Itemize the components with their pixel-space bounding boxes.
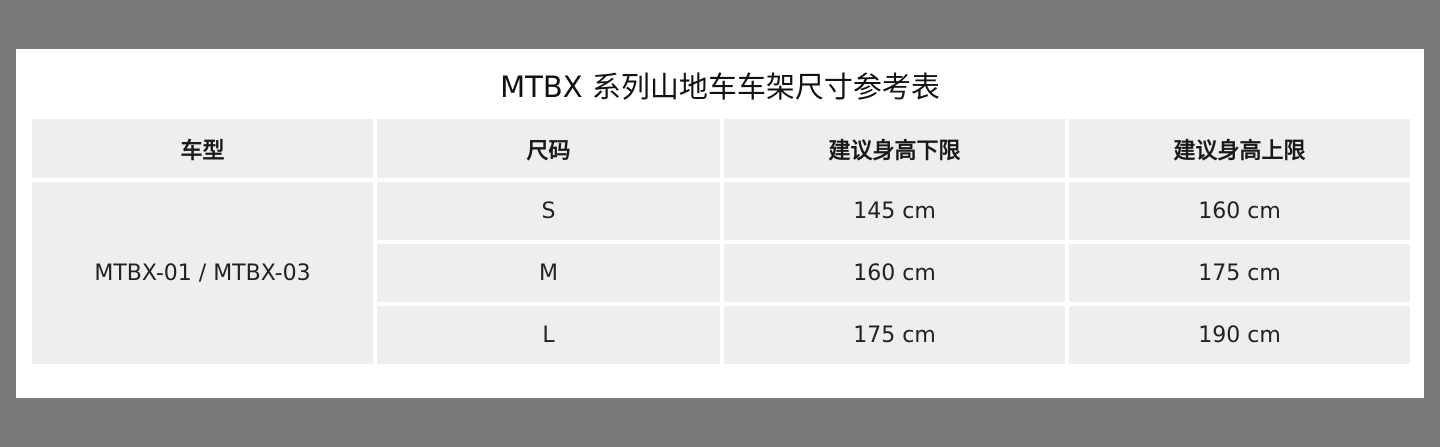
header-height-max: 建议身高上限 <box>1069 119 1410 178</box>
height-min-cell: 175 cm <box>724 306 1065 364</box>
table-row: MTBX-01 / MTBX-03 S 145 cm 160 cm <box>32 182 1410 364</box>
height-min-cell: 145 cm <box>724 182 1065 240</box>
height-max-cell: 175 cm <box>1069 244 1410 302</box>
height-max-cell: 160 cm <box>1069 182 1410 240</box>
header-model: 车型 <box>32 119 373 178</box>
size-chart-card: MTBX 系列山地车车架尺寸参考表 车型 尺码 建议身高下限 建议身高上限 MT… <box>16 49 1424 398</box>
height-min-cell: 160 cm <box>724 244 1065 302</box>
height-max-cell: 190 cm <box>1069 306 1410 364</box>
header-height-min: 建议身高下限 <box>724 119 1065 178</box>
size-table: 车型 尺码 建议身高下限 建议身高上限 MTBX-01 / MTBX-03 S … <box>28 115 1414 368</box>
header-row: 车型 尺码 建议身高下限 建议身高上限 <box>32 119 1410 178</box>
size-cell: S <box>377 182 720 240</box>
size-cell: M <box>377 244 720 302</box>
size-cell: L <box>377 306 720 364</box>
header-size: 尺码 <box>377 119 720 178</box>
chart-title: MTBX 系列山地车车架尺寸参考表 <box>500 70 940 104</box>
model-cell: MTBX-01 / MTBX-03 <box>32 182 373 364</box>
